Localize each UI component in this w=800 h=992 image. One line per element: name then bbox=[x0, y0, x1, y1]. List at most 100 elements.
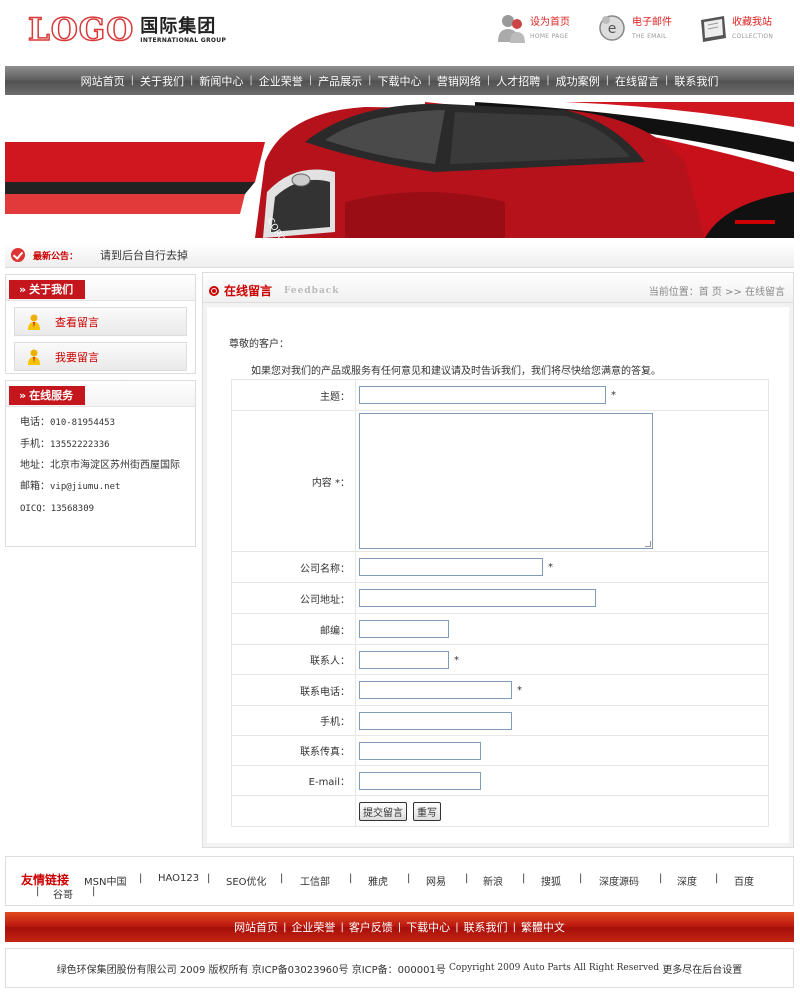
service-info: 电话：010-81954453 手机：13552222336 地址：北京市海淀区… bbox=[20, 417, 180, 514]
email-link[interactable]: e 电子邮件 THE EMAIL bbox=[598, 12, 672, 44]
feedback-panel: 尊敬的客户： 如果您对我们的产品或服务有任何意见和建议请及时告诉我们，我们将尽快… bbox=[207, 307, 789, 843]
notice-label: 最新公告： bbox=[33, 251, 79, 262]
footer-nav-download[interactable]: 下载中心 bbox=[401, 919, 455, 935]
friend-link-seo[interactable]: SEO优化 bbox=[226, 873, 267, 888]
set-homepage-en: HOME PAGE bbox=[530, 33, 569, 40]
friend-links: 友情链接 MSN中国 | HAO123 | SEO优化 | 工信部 | 雅虎 |… bbox=[5, 856, 794, 906]
footer-nav-home[interactable]: 网站首页 bbox=[229, 919, 283, 935]
service-box: 在线服务 电话：010-81954453 手机：13552222336 地址：北… bbox=[5, 380, 196, 547]
friend-link-sohu[interactable]: 搜狐 bbox=[541, 873, 561, 888]
footer-nav-contact[interactable]: 联系我们 bbox=[459, 919, 513, 935]
friend-link-sina[interactable]: 新浪 bbox=[483, 873, 503, 888]
page-title: 在线留言 bbox=[224, 284, 273, 298]
person-icon bbox=[28, 314, 40, 330]
nav-contact[interactable]: 联系我们 bbox=[668, 73, 724, 89]
service-title: 在线服务 bbox=[9, 386, 86, 405]
service-mobile: 13552222336 bbox=[50, 440, 110, 450]
main-nav: 网站首页 | 关于我们 | 新闻中心 | 企业荣誉 | 产品展示 | 下载中心 | 营销网络… bbox=[5, 66, 794, 95]
check-icon bbox=[11, 248, 25, 262]
nav-network[interactable]: 营销网络 bbox=[431, 73, 487, 89]
nav-jobs[interactable]: 人才招聘 bbox=[490, 73, 546, 89]
nav-about[interactable]: 关于我们 bbox=[134, 73, 190, 89]
service-address: 北京市海淀区苏州街西屋国际 bbox=[50, 460, 180, 471]
subject-input[interactable] bbox=[359, 386, 606, 404]
folder-icon bbox=[701, 16, 726, 42]
content-label: 内容 *： bbox=[231, 410, 356, 552]
company-input[interactable] bbox=[359, 558, 543, 576]
contact-input[interactable] bbox=[359, 650, 449, 669]
leave-message-label: 我要留言 bbox=[55, 350, 99, 364]
target-icon bbox=[209, 285, 219, 296]
banner-car-image: COROL bbox=[5, 102, 794, 238]
email-input[interactable] bbox=[359, 771, 481, 790]
copyright-tail: 更多尽在后台设置 bbox=[662, 964, 743, 976]
svg-text:e: e bbox=[608, 21, 617, 37]
nav-home[interactable]: 网站首页 bbox=[75, 73, 131, 89]
intro-text: 如果您对我们的产品或服务有任何意见和建议请及时告诉我们，我们将尽快给您满意的答复… bbox=[251, 366, 661, 377]
friend-link-baidu[interactable]: 百度 bbox=[734, 873, 754, 888]
friend-link-deep[interactable]: 深度 bbox=[677, 873, 697, 888]
zip-input[interactable] bbox=[359, 620, 449, 638]
fax-input[interactable] bbox=[359, 741, 481, 760]
email-icon: e bbox=[599, 15, 625, 41]
service-phone: 010-81954453 bbox=[50, 418, 116, 428]
notice-text[interactable]: 请到后台自行去掉 bbox=[100, 247, 188, 263]
company-address-input[interactable] bbox=[359, 589, 596, 607]
feedback-form: 主题： * 内容 *： 公司名称： * 公司地址： 邮编： 联系人： * 联系电… bbox=[231, 379, 769, 827]
greeting: 尊敬的客户： bbox=[229, 339, 289, 350]
reset-button[interactable]: 重写 bbox=[413, 801, 441, 821]
friend-link-163[interactable]: 网易 bbox=[426, 873, 446, 888]
friend-link-hao123[interactable]: HAO123 bbox=[158, 873, 199, 884]
copyright: 绿色环保集团股份有限公司 2009 版权所有 京ICP备03023960号 京I… bbox=[5, 948, 794, 988]
copyright-en: Copyright 2009 Auto Parts All Right Rese… bbox=[449, 963, 660, 973]
footer-nav: 网站首页 | 企业荣誉 | 客户反馈 | 下载中心 | 联系我们 | 繁體中文 bbox=[5, 912, 794, 942]
about-title: 关于我们 bbox=[9, 280, 86, 299]
friend-link-deep-source[interactable]: 深度源码 bbox=[599, 873, 639, 888]
footer-nav-feedback[interactable]: 客户反馈 bbox=[344, 919, 398, 935]
footer-nav-honor[interactable]: 企业荣誉 bbox=[286, 919, 340, 935]
zip-label: 邮编： bbox=[231, 613, 356, 645]
nav-download[interactable]: 下载中心 bbox=[372, 73, 428, 89]
view-messages-label: 查看留言 bbox=[55, 315, 99, 329]
people-icon bbox=[498, 15, 525, 43]
friend-link-yahoo[interactable]: 雅虎 bbox=[368, 873, 388, 888]
fax-label: 联系传真： bbox=[231, 735, 356, 766]
page-title-en: Feedback bbox=[284, 285, 340, 296]
email-label: 电子邮件 bbox=[632, 17, 672, 28]
footer-nav-traditional[interactable]: 繁體中文 bbox=[516, 919, 570, 935]
contact-label: 联系人： bbox=[231, 644, 356, 675]
company-address-label: 公司地址： bbox=[231, 582, 356, 614]
leave-message-link[interactable]: 我要留言 bbox=[14, 342, 187, 371]
service-qq: 13568309 bbox=[50, 504, 95, 514]
service-email[interactable]: vip@jiumu.net bbox=[50, 482, 120, 492]
subject-label: 主题： bbox=[231, 379, 356, 411]
copyright-cn: 绿色环保集团股份有限公司 2009 版权所有 京ICP备03023960号 京I… bbox=[56, 964, 446, 976]
nav-products[interactable]: 产品展示 bbox=[312, 73, 368, 89]
company-label: 公司名称： bbox=[231, 551, 356, 583]
view-messages-link[interactable]: 查看留言 bbox=[14, 307, 187, 336]
banner: COROL bbox=[5, 102, 794, 238]
about-box: 关于我们 查看留言 我要留言 bbox=[5, 274, 196, 374]
phone-label: 联系电话： bbox=[231, 674, 356, 706]
email-label: E-mail： bbox=[231, 765, 356, 796]
nav-news[interactable]: 新闻中心 bbox=[193, 73, 249, 89]
logo-cn: 国际集团 bbox=[140, 15, 217, 37]
content-textarea[interactable] bbox=[359, 413, 653, 549]
bookmark-label: 收藏我站 bbox=[732, 17, 772, 28]
nav-feedback[interactable]: 在线留言 bbox=[609, 73, 665, 89]
friend-link-msn[interactable]: MSN中国 bbox=[84, 873, 126, 888]
phone-input[interactable] bbox=[359, 681, 512, 699]
resize-handle[interactable] bbox=[645, 541, 651, 547]
submit-button[interactable]: 提交留言 bbox=[359, 801, 407, 821]
email-en: THE EMAIL bbox=[632, 33, 667, 40]
logo[interactable]: LOGO 国际集团 INTERNATIONAL GROUP bbox=[27, 13, 226, 47]
bookmark-link[interactable]: 收藏我站 COLLECTION bbox=[698, 12, 773, 44]
nav-honor[interactable]: 企业荣誉 bbox=[253, 73, 309, 89]
main-content: 在线留言 Feedback 当前位置：首 页 >> 在线留言 尊敬的客户： 如果… bbox=[202, 272, 794, 848]
friend-link-miit[interactable]: 工信部 bbox=[300, 873, 330, 888]
friend-link-google[interactable]: 谷哥 bbox=[53, 886, 73, 901]
person-icon bbox=[28, 349, 40, 365]
nav-cases[interactable]: 成功案例 bbox=[550, 73, 606, 89]
set-homepage-link[interactable]: 设为首页 HOME PAGE bbox=[496, 12, 570, 44]
mobile-input[interactable] bbox=[359, 711, 512, 730]
